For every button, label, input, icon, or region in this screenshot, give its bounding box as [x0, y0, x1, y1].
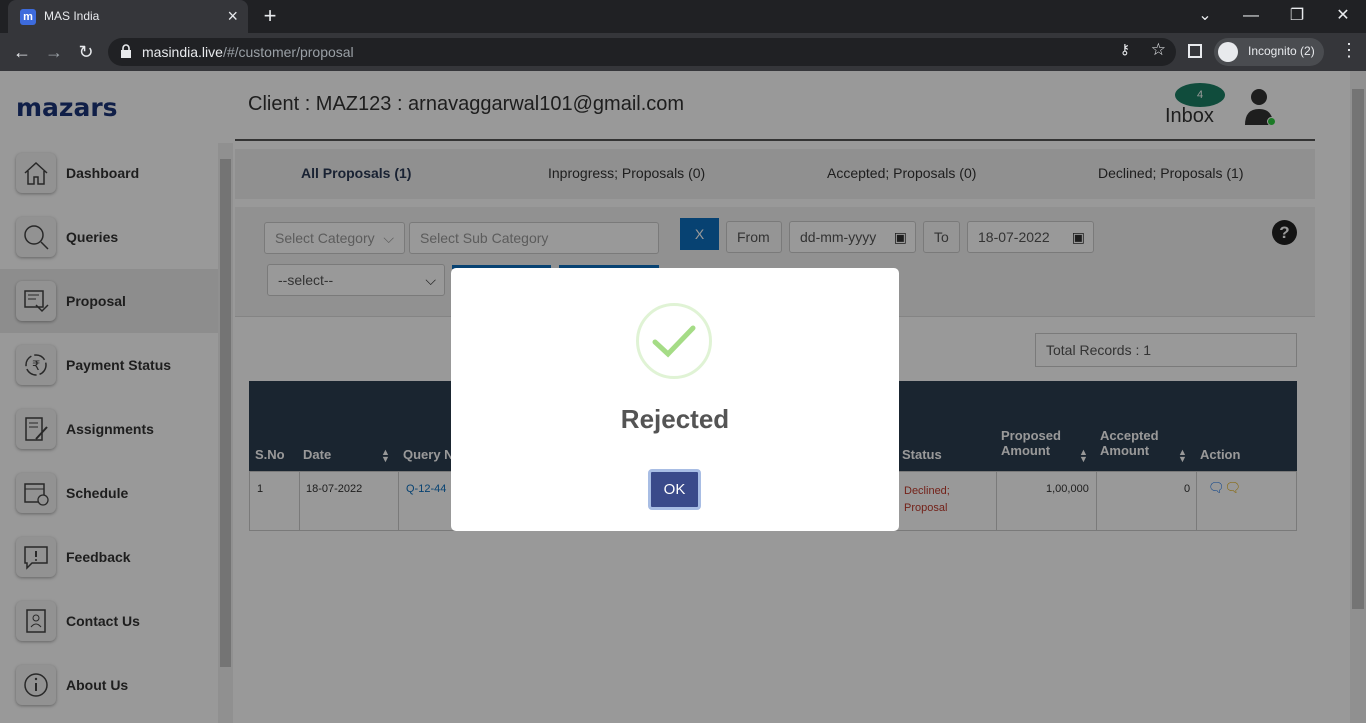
alert-dialog: Rejected OK — [451, 268, 899, 531]
side-panel-icon[interactable] — [1188, 44, 1202, 58]
close-tab-icon[interactable]: × — [227, 6, 238, 26]
restore-icon[interactable]: ❐ — [1282, 4, 1312, 28]
dialog-title: Rejected — [620, 404, 730, 434]
address-bar-row: ← → ↻ masindia.live/#/customer/proposal … — [0, 33, 1366, 71]
tab-search-icon[interactable]: ⌄ — [1190, 4, 1220, 28]
back-icon[interactable]: ← — [10, 40, 34, 64]
incognito-icon — [1218, 42, 1238, 62]
url-field[interactable]: masindia.live/#/customer/proposal ⚷ ☆ — [108, 38, 1176, 66]
browser-tab-bar: m MAS India × + ⌄ — ❐ ✕ — [0, 0, 1366, 33]
ok-button[interactable]: OK — [648, 469, 701, 510]
minimize-icon[interactable]: — — [1236, 4, 1266, 28]
bookmark-star-icon[interactable]: ☆ — [1151, 40, 1166, 60]
url-host: masindia.live — [142, 44, 223, 60]
incognito-label: Incognito (2) — [1248, 44, 1315, 58]
new-tab-button[interactable]: + — [258, 4, 282, 28]
browser-tab[interactable]: m MAS India × — [8, 0, 248, 33]
key-icon[interactable]: ⚷ — [1120, 41, 1130, 58]
favicon-icon: m — [20, 9, 36, 25]
reload-icon[interactable]: ↻ — [74, 40, 98, 64]
forward-icon[interactable]: → — [42, 40, 66, 64]
tab-title: MAS India — [44, 9, 100, 23]
success-icon — [636, 303, 712, 379]
incognito-badge[interactable]: Incognito (2) — [1214, 38, 1324, 66]
close-window-icon[interactable]: ✕ — [1328, 4, 1358, 28]
menu-kebab-icon[interactable]: ⋮ — [1340, 40, 1358, 61]
lock-icon — [121, 44, 131, 58]
url-path: /#/customer/proposal — [222, 44, 354, 60]
